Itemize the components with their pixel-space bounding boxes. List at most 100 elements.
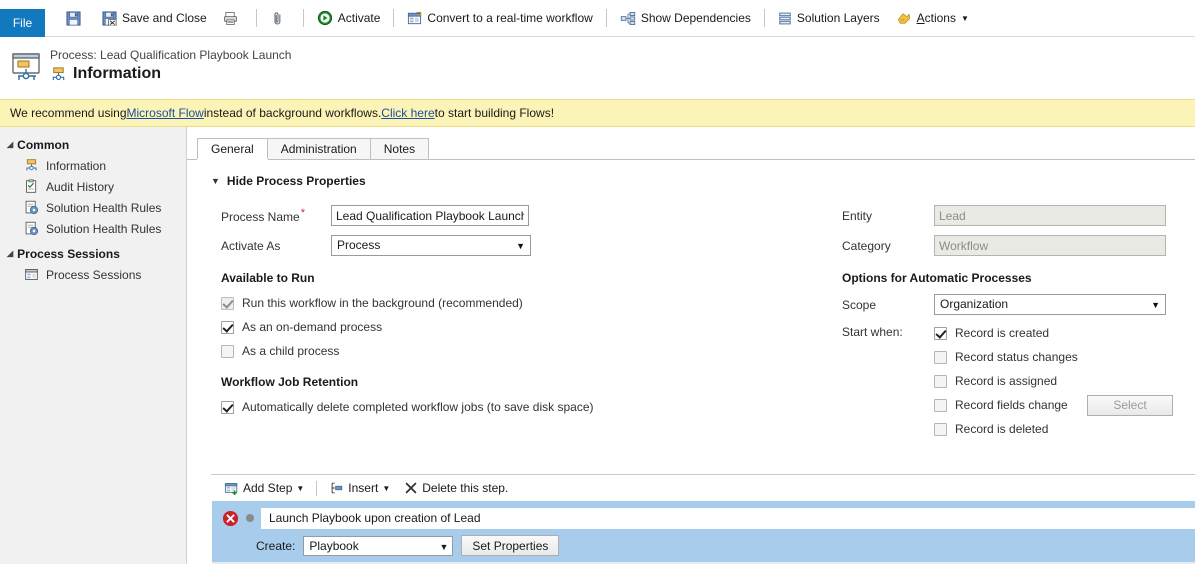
- create-label: Create:: [256, 538, 296, 553]
- process-name-input[interactable]: [331, 205, 529, 226]
- divider: [393, 9, 395, 27]
- page-title: Information: [73, 65, 161, 82]
- breadcrumb: Process: Lead Qualification Playbook Lau…: [50, 48, 292, 62]
- insert-button[interactable]: Insert ▼: [323, 478, 396, 499]
- run-in-background-label: Run this workflow in the background (rec…: [242, 296, 523, 310]
- tab-notes[interactable]: Notes: [369, 138, 430, 159]
- tab-administration[interactable]: Administration: [266, 138, 371, 159]
- start-when-row-fields-change[interactable]: Record fields change Select: [934, 393, 1173, 417]
- tab-strip: General Administration Notes: [187, 138, 1195, 160]
- solution-layers-button[interactable]: Solution Layers: [770, 3, 888, 33]
- start-when-row-status-changes[interactable]: Record status changes: [934, 345, 1173, 369]
- scope-select[interactable]: Organization ▼: [934, 294, 1166, 315]
- sidebar-group-process-sessions[interactable]: ◢ Process Sessions: [0, 244, 186, 264]
- sidebar-item-solution-health-rules-1-label: Solution Health Rules: [46, 200, 162, 215]
- error-icon: [222, 510, 239, 527]
- save-button[interactable]: [58, 3, 94, 33]
- category-row: Category: [842, 232, 1195, 259]
- checkbox-row-run-in-background[interactable]: Run this workflow in the background (rec…: [221, 291, 827, 315]
- record-is-assigned-label: Record is assigned: [955, 374, 1058, 388]
- activate-as-select[interactable]: Process ▼: [331, 235, 531, 256]
- activate-button[interactable]: Activate: [309, 3, 389, 33]
- form-left-column: Process Name* Activate As Process ▼ Avai…: [187, 202, 827, 441]
- chevron-down-icon: ▼: [1151, 300, 1160, 310]
- convert-label: Convert to a real-time workflow: [427, 11, 593, 25]
- sidebar-item-audit-history-label: Audit History: [46, 179, 115, 194]
- delete-this-step-label: Delete this step.: [422, 481, 509, 495]
- workflow-job-retention-title: Workflow Job Retention: [221, 375, 359, 389]
- select-fields-button[interactable]: Select: [1087, 394, 1173, 416]
- category-label: Category: [842, 238, 891, 253]
- category-input: [934, 235, 1166, 256]
- process-icon: [24, 158, 39, 173]
- actions-menu-button[interactable]: Actions ▼: [888, 3, 977, 33]
- divider: [605, 9, 607, 27]
- delete-this-step-button[interactable]: Delete this step.: [398, 478, 514, 499]
- child-process-checkbox[interactable]: [221, 344, 234, 358]
- step-description-input[interactable]: [261, 507, 1195, 529]
- record-is-deleted-checkbox[interactable]: [934, 422, 947, 436]
- record-is-created-checkbox[interactable]: [934, 326, 947, 340]
- on-demand-checkbox[interactable]: [221, 320, 234, 334]
- scope-row: Scope Organization ▼: [842, 291, 1195, 318]
- sidebar-item-solution-health-rules-2[interactable]: Solution Health Rules: [0, 218, 186, 239]
- save-and-close-button[interactable]: Save and Close: [94, 3, 215, 33]
- checkbox-row-on-demand[interactable]: As an on-demand process: [221, 315, 827, 339]
- record-fields-change-label: Record fields change: [955, 398, 1068, 412]
- show-dependencies-button[interactable]: Show Dependencies: [612, 3, 759, 33]
- notification-text-middle: instead of background workflows.: [203, 106, 382, 120]
- sidebar-item-audit-history[interactable]: Audit History: [0, 176, 186, 197]
- process-name-label-text: Process Name: [221, 210, 300, 224]
- click-here-link[interactable]: Click here: [381, 106, 434, 120]
- entity-label: Entity: [842, 208, 873, 223]
- required-asterisk: *: [300, 207, 305, 219]
- process-name-label: Process Name*: [221, 207, 331, 224]
- notification-text-after: to start building Flows!: [434, 106, 555, 120]
- hide-process-properties-toggle[interactable]: ▼ Hide Process Properties: [187, 174, 1195, 188]
- record-is-assigned-checkbox[interactable]: [934, 374, 947, 388]
- divider: [763, 9, 765, 27]
- checkbox-row-auto-delete-jobs[interactable]: Automatically delete completed workflow …: [221, 395, 827, 419]
- record-status-changes-checkbox[interactable]: [934, 350, 947, 364]
- workflow-step-row[interactable]: Create: Playbook ▼ Set Properties: [212, 501, 1195, 562]
- sidebar-item-solution-health-rules-1[interactable]: Solution Health Rules: [0, 197, 186, 218]
- actions-label: Actions: [916, 11, 956, 25]
- add-step-button[interactable]: Add Step ▼: [218, 478, 310, 499]
- sidebar-item-information[interactable]: Information: [0, 155, 186, 176]
- chevron-down-icon: ▼: [382, 483, 391, 493]
- start-when-row-record-created[interactable]: Record is created: [934, 321, 1173, 345]
- process-header-icon: [10, 51, 44, 85]
- record-fields-change-checkbox[interactable]: [934, 398, 947, 412]
- sidebar-group-process-sessions-label: Process Sessions: [17, 247, 120, 261]
- caret-down-icon: ▼: [211, 176, 220, 186]
- create-entity-select[interactable]: Playbook ▼: [303, 535, 454, 556]
- set-properties-button[interactable]: Set Properties: [461, 535, 560, 556]
- start-when-row-record-assigned[interactable]: Record is assigned: [934, 369, 1173, 393]
- actions-icon: [896, 11, 912, 26]
- on-demand-label: As an on-demand process: [242, 320, 383, 334]
- collapse-triangle-icon: ◢: [7, 249, 14, 258]
- sidebar-item-process-sessions[interactable]: Process Sessions: [0, 264, 186, 285]
- form-right-column: Entity Category Options for Automatic Pr…: [827, 202, 1195, 441]
- sidebar-group-common[interactable]: ◢ Common: [0, 135, 186, 155]
- step-editor-toolbar: Add Step ▼ Insert ▼ Delete this step.: [212, 475, 1195, 501]
- microsoft-flow-link[interactable]: Microsoft Flow: [127, 106, 204, 120]
- convert-to-realtime-workflow-button[interactable]: Convert to a real-time workflow: [399, 3, 600, 33]
- start-when-row-record-deleted[interactable]: Record is deleted: [934, 417, 1173, 441]
- checkbox-row-child-process[interactable]: As a child process: [221, 339, 827, 363]
- activate-as-label: Activate As: [221, 238, 281, 253]
- run-in-background-checkbox: [221, 296, 234, 310]
- divider: [302, 9, 304, 27]
- paperclip-icon: [270, 11, 285, 26]
- save-icon: [66, 10, 81, 26]
- attach-button[interactable]: [262, 3, 298, 33]
- tab-general[interactable]: General: [197, 138, 268, 159]
- file-tab[interactable]: File: [0, 9, 45, 37]
- auto-delete-jobs-checkbox[interactable]: [221, 400, 234, 414]
- step-row-line-2: Create: Playbook ▼ Set Properties: [212, 535, 1195, 556]
- activate-label: Activate: [337, 11, 381, 25]
- start-when-section: Start when: Record is created Record sta…: [842, 321, 1195, 441]
- chevron-down-icon: ▼: [296, 483, 305, 493]
- print-button[interactable]: [215, 3, 251, 33]
- divider: [316, 480, 318, 496]
